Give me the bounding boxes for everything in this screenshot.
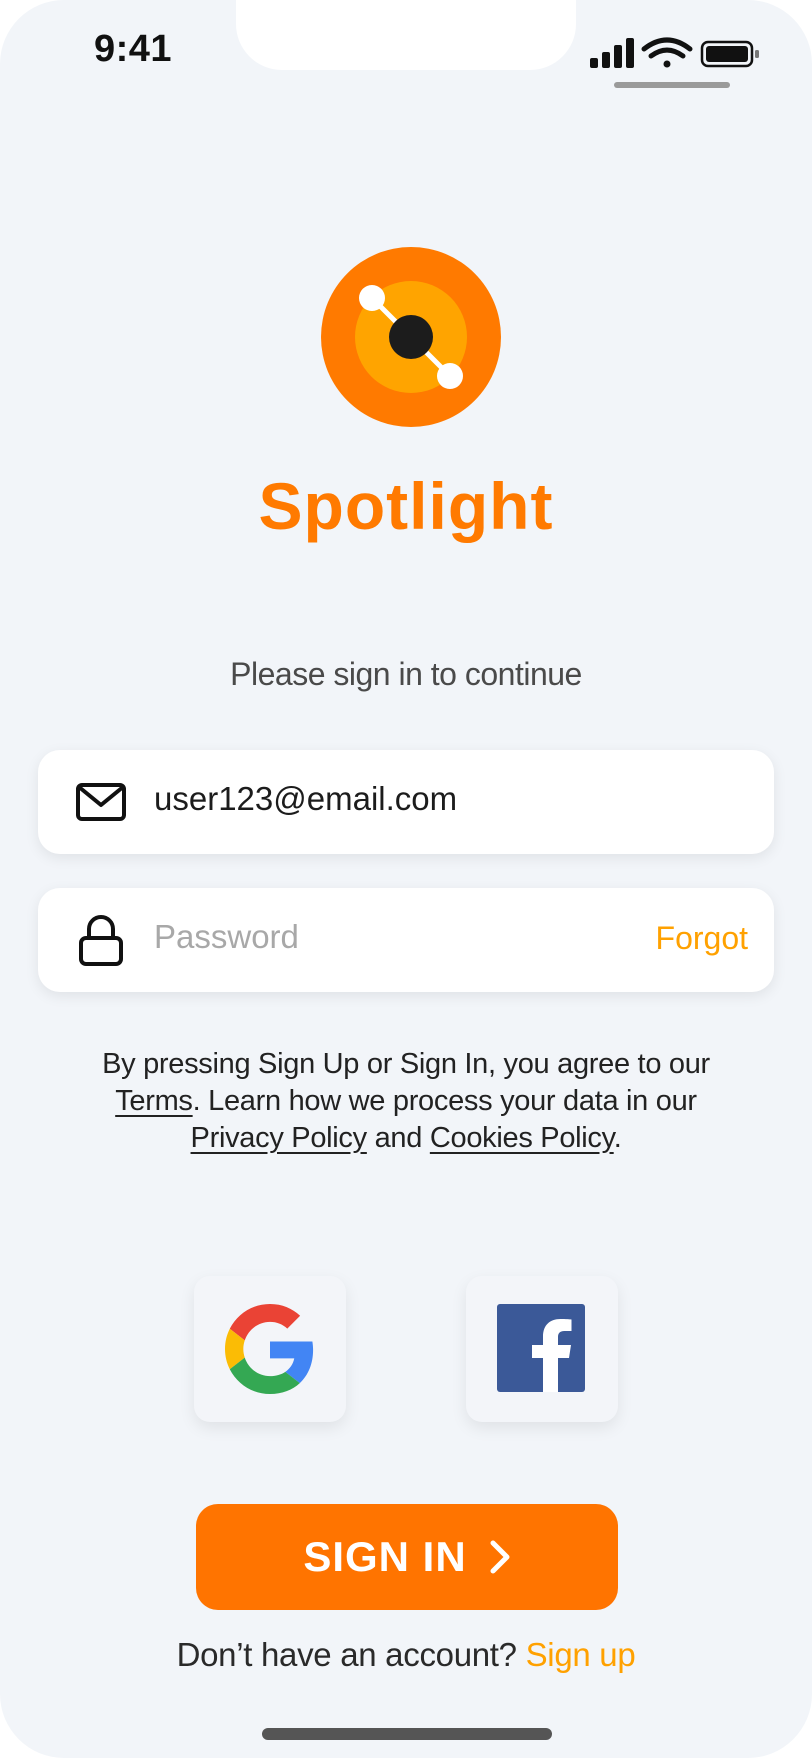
status-icons bbox=[590, 37, 759, 68]
sign-up-link[interactable]: Sign up bbox=[526, 1636, 636, 1673]
password-input[interactable] bbox=[154, 918, 594, 956]
terms-link[interactable]: Terms bbox=[115, 1085, 193, 1117]
wifi-icon bbox=[641, 37, 693, 68]
status-indicator-line bbox=[614, 82, 730, 88]
email-input[interactable] bbox=[154, 780, 594, 818]
mail-icon bbox=[76, 783, 126, 821]
lock-icon bbox=[79, 915, 123, 966]
email-field[interactable] bbox=[38, 750, 774, 854]
cookies-policy-link[interactable]: Cookies Policy bbox=[430, 1122, 614, 1154]
facebook-sign-in-button[interactable] bbox=[466, 1276, 618, 1422]
sign-in-prompt: Please sign in to continue bbox=[230, 656, 582, 692]
password-field[interactable]: Forgot bbox=[38, 888, 774, 992]
sign-in-label: SIGN IN bbox=[303, 1533, 467, 1580]
sign-up-prompt: Don’t have an account? Sign up bbox=[0, 1636, 812, 1674]
app-name: Spotlight bbox=[258, 469, 554, 543]
facebook-icon bbox=[497, 1304, 585, 1392]
sign-up-question: Don’t have an account? bbox=[176, 1636, 526, 1673]
legal-text-and: and bbox=[366, 1122, 430, 1154]
sign-in-button[interactable]: SIGN IN bbox=[196, 1504, 618, 1610]
legal-text-end: . bbox=[613, 1122, 622, 1154]
battery-icon bbox=[700, 40, 759, 68]
phone-screen: 9:41 Spotlight Please sign in to continu… bbox=[0, 0, 812, 1758]
legal-notice: By pressing Sign Up or Sign In, you agre… bbox=[60, 1046, 752, 1157]
spotlight-logo-icon bbox=[321, 247, 501, 427]
legal-text-1: By pressing Sign Up or Sign In, you agre… bbox=[102, 1048, 710, 1080]
chevron-right-icon bbox=[490, 1540, 510, 1574]
google-icon bbox=[225, 1304, 314, 1394]
legal-text-2: . Learn how we process your data in our bbox=[192, 1085, 697, 1117]
device-notch bbox=[236, 0, 576, 70]
status-time: 9:41 bbox=[94, 28, 173, 70]
google-sign-in-button[interactable] bbox=[194, 1276, 346, 1422]
privacy-policy-link[interactable]: Privacy Policy bbox=[191, 1122, 368, 1154]
home-indicator bbox=[262, 1728, 552, 1740]
cellular-signal-icon bbox=[590, 38, 634, 68]
forgot-password-link[interactable]: Forgot bbox=[656, 920, 748, 957]
